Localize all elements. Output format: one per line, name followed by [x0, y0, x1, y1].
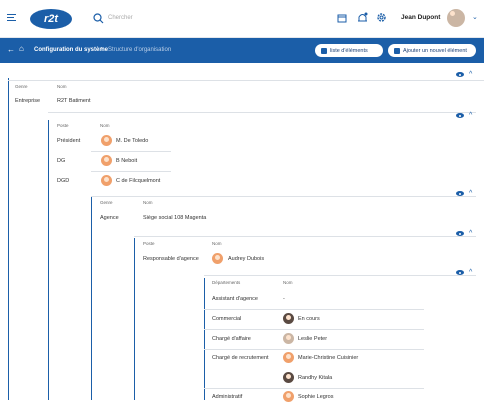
- column-header-nom: Nom: [212, 241, 222, 246]
- entity-type: Agence: [100, 215, 119, 221]
- entity-name[interactable]: Siège social 108 Magenta: [143, 215, 206, 221]
- menu-icon[interactable]: [7, 14, 16, 22]
- avatar: [283, 352, 294, 363]
- person-name[interactable]: Leslie Peter: [298, 336, 327, 342]
- eye-icon[interactable]: [456, 113, 464, 118]
- section-divider: [204, 275, 476, 276]
- user-avatar[interactable]: [447, 9, 465, 27]
- breadcrumb-separator: ›: [101, 46, 103, 52]
- gear-icon[interactable]: [376, 12, 387, 23]
- department-label: Assistant d'agence: [212, 296, 258, 302]
- tree-line-level5: [204, 278, 205, 400]
- avatar: [101, 175, 112, 186]
- row-divider: [204, 388, 424, 389]
- user-name[interactable]: Jean Dupont: [401, 14, 440, 21]
- person-name[interactable]: Audrey Dubois: [228, 256, 264, 262]
- search-icon[interactable]: [93, 13, 104, 24]
- column-header-genre: Genre: [100, 200, 113, 205]
- row-divider: [204, 329, 424, 330]
- column-header-nom: Nom: [283, 280, 293, 285]
- bell-icon[interactable]: [357, 12, 368, 24]
- department-label: Commercial: [212, 316, 242, 322]
- person-name[interactable]: Randhy Kitala: [298, 375, 332, 381]
- person-name[interactable]: C de Filcquelmont: [116, 178, 160, 184]
- role-label: DG: [57, 158, 66, 164]
- calendar-icon[interactable]: [337, 13, 347, 23]
- avatar: [101, 155, 112, 166]
- section-divider: [91, 196, 476, 197]
- list-icon: [321, 47, 327, 54]
- entity-type: Entreprise: [15, 98, 41, 104]
- top-bar: r2t Chercher Jean Dupont ⌄: [0, 0, 484, 38]
- row-divider: [91, 171, 171, 172]
- column-header-nom: Nom: [143, 200, 153, 205]
- column-header-poste: Poste: [57, 123, 69, 128]
- chevron-up-icon[interactable]: ^: [469, 71, 472, 78]
- person-name[interactable]: Marie-Christine Cuisinier: [298, 355, 358, 361]
- breadcrumb-sub[interactable]: Structure d'organisation: [108, 47, 171, 53]
- section-divider: [8, 80, 484, 81]
- add-element-label: Ajouter un nouvel élément: [403, 47, 467, 54]
- element-list-button[interactable]: liste d'éléments: [315, 44, 383, 57]
- tree-line-level3: [91, 196, 92, 400]
- row-divider: [204, 349, 424, 350]
- column-header-genre: Genre: [15, 84, 28, 89]
- add-icon: [394, 47, 400, 54]
- avatar: [283, 333, 294, 344]
- section-divider: [134, 236, 476, 237]
- avatar: [101, 135, 112, 146]
- chevron-down-icon[interactable]: ⌄: [472, 14, 478, 21]
- person-name[interactable]: M. De Toledo: [116, 138, 148, 144]
- row-divider: [48, 112, 476, 113]
- row-divider: [91, 151, 171, 152]
- eye-icon[interactable]: [456, 72, 464, 77]
- avatar: [283, 391, 294, 402]
- row-divider: [204, 309, 424, 310]
- search-input[interactable]: Chercher: [108, 15, 133, 21]
- avatar: [212, 253, 223, 264]
- department-label: Administratif: [212, 394, 243, 400]
- tree-line-level4: [134, 238, 135, 400]
- entity-name[interactable]: R2T Batiment: [57, 98, 91, 104]
- column-header-poste: Poste: [143, 241, 155, 246]
- avatar: [283, 313, 294, 324]
- home-icon[interactable]: ⌂: [19, 44, 24, 53]
- person-name[interactable]: Sophie Legros: [298, 394, 333, 400]
- element-list-label: liste d'éléments: [330, 47, 368, 54]
- tree-line-level1: [8, 78, 9, 400]
- person-name: -: [283, 296, 285, 302]
- department-label: Chargé d'affaire: [212, 336, 251, 342]
- department-label: Chargé de recrutement: [212, 355, 269, 361]
- back-arrow-icon[interactable]: ←: [7, 45, 15, 54]
- role-label: Responsable d'agence: [143, 256, 199, 262]
- role-label: DGD: [57, 178, 70, 184]
- r2t-logo[interactable]: r2t: [30, 9, 72, 29]
- chevron-up-icon[interactable]: ^: [469, 112, 472, 119]
- add-element-button[interactable]: Ajouter un nouvel élément: [388, 44, 476, 57]
- person-name[interactable]: En cours: [298, 316, 320, 322]
- logo-text: r2t: [43, 13, 59, 25]
- person-name[interactable]: B Neboit: [116, 158, 137, 164]
- tree-line-level2: [48, 120, 49, 400]
- avatar: [283, 372, 294, 383]
- breadcrumb-current[interactable]: Configuration du système: [34, 47, 108, 53]
- column-header-departements: Départements: [212, 280, 241, 285]
- column-header-nom: Nom: [100, 123, 110, 128]
- column-header-nom: Nom: [57, 84, 67, 89]
- role-label: Président: [57, 138, 81, 144]
